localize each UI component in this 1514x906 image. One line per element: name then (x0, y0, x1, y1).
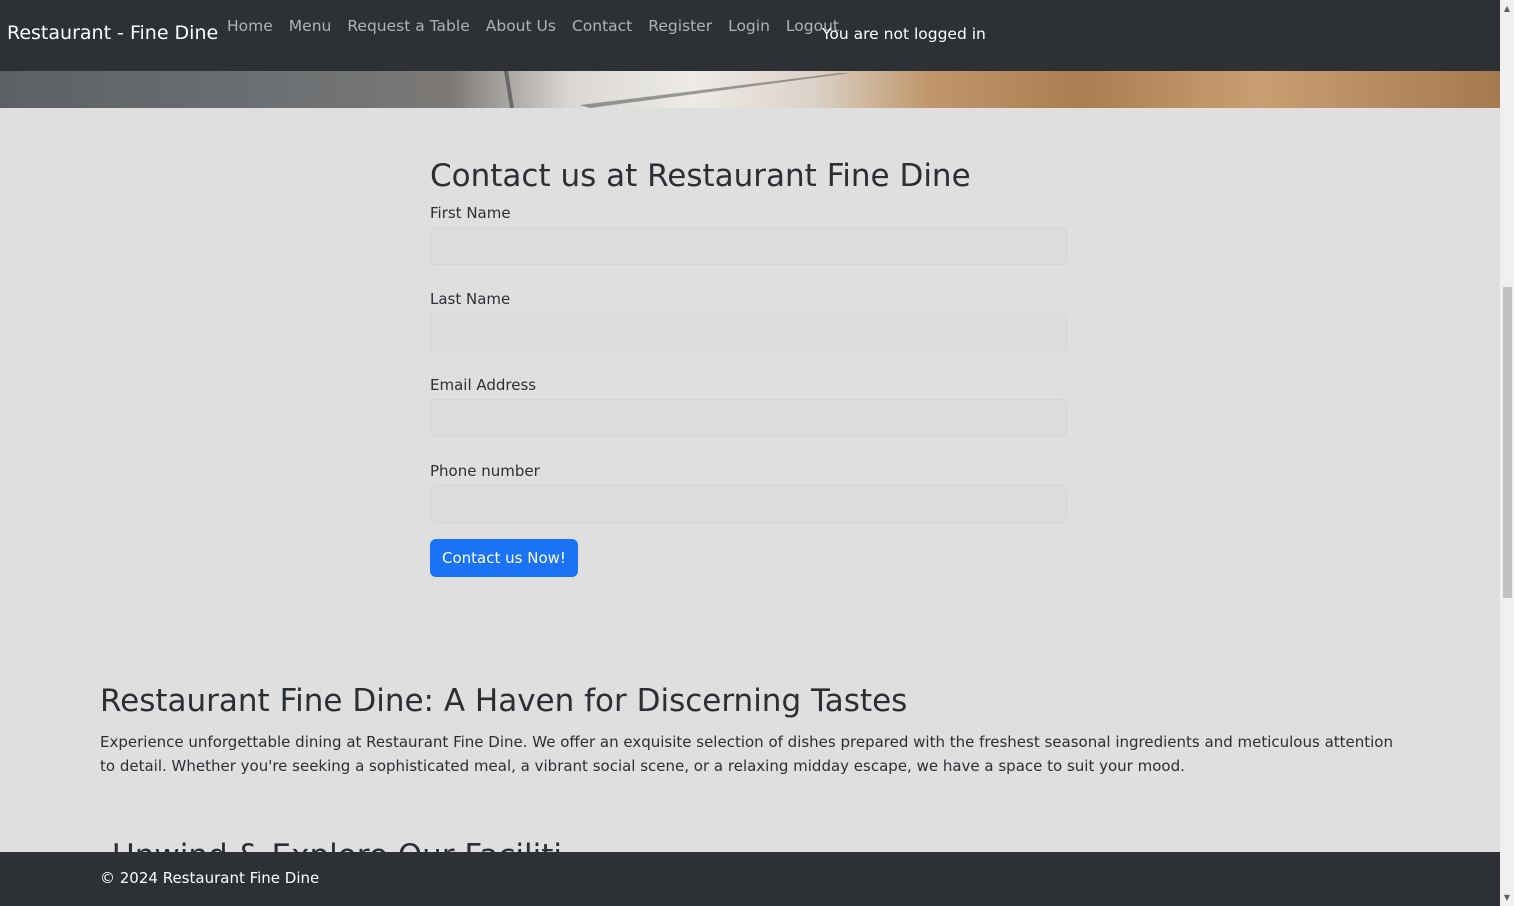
nav-link-menu[interactable]: Menu (281, 15, 340, 37)
email-group: Email Address (430, 375, 1067, 437)
contact-form-section: Contact us at Restaurant Fine Dine First… (430, 155, 1067, 577)
nav-link-contact[interactable]: Contact (564, 15, 640, 37)
first-name-input[interactable] (430, 227, 1067, 265)
nav-link-login[interactable]: Login (720, 15, 778, 37)
nav-links: Home Menu Request a Table About Us Conta… (219, 15, 847, 37)
nav-link-register[interactable]: Register (640, 15, 720, 37)
first-name-group: First Name (430, 203, 1067, 265)
nav-link-home[interactable]: Home (219, 15, 281, 37)
last-name-group: Last Name (430, 289, 1067, 351)
footer-copyright: © 2024 Restaurant Fine Dine (100, 869, 320, 887)
navbar-brand[interactable]: Restaurant - Fine Dine (7, 22, 218, 44)
hero-overlay (0, 71, 1500, 108)
about-title: Restaurant Fine Dine: A Haven for Discer… (100, 683, 908, 719)
first-name-label: First Name (430, 204, 511, 222)
hero-image (0, 71, 1500, 108)
nav-link-request-table[interactable]: Request a Table (339, 15, 477, 37)
scrollbar-thumb[interactable] (1503, 287, 1512, 598)
email-input[interactable] (430, 399, 1067, 437)
phone-label: Phone number (430, 462, 540, 480)
page-footer: © 2024 Restaurant Fine Dine (0, 852, 1500, 906)
about-section: Restaurant Fine Dine: A Haven for Discer… (100, 680, 1400, 778)
contact-title: Contact us at Restaurant Fine Dine (430, 158, 971, 194)
login-status-text: You are not logged in (822, 25, 986, 43)
nav-link-about-us[interactable]: About Us (478, 15, 564, 37)
vertical-scrollbar[interactable]: ▲ ▼ (1500, 0, 1514, 906)
last-name-input[interactable] (430, 313, 1067, 351)
page-viewport: Restaurant - Fine Dine Home Menu Request… (0, 0, 1500, 906)
about-text: Experience unforgettable dining at Resta… (100, 733, 1393, 775)
email-label: Email Address (430, 376, 537, 394)
scroll-up-icon[interactable]: ▲ (1500, 0, 1514, 17)
last-name-label: Last Name (430, 290, 511, 308)
phone-group: Phone number (430, 461, 1067, 523)
scroll-down-icon[interactable]: ▼ (1500, 889, 1514, 906)
contact-submit-button[interactable]: Contact us Now! (430, 539, 578, 577)
top-navbar: Restaurant - Fine Dine Home Menu Request… (0, 0, 1500, 71)
phone-input[interactable] (430, 485, 1067, 523)
